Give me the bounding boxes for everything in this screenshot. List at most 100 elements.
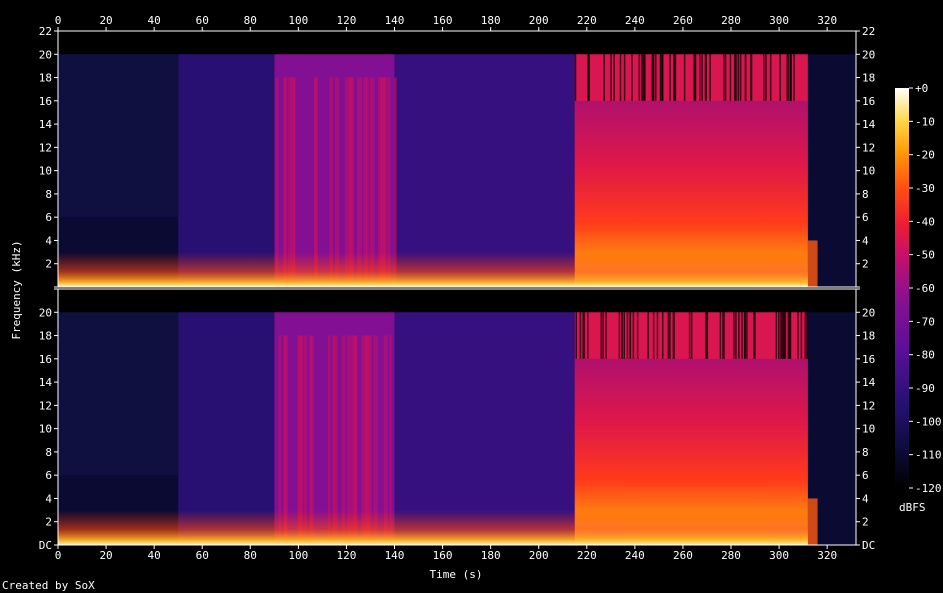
y-tick-label: 4 — [862, 234, 869, 247]
high-freq-gap — [797, 312, 799, 359]
high-freq-gap — [602, 312, 604, 359]
high-freq-gap — [737, 54, 740, 101]
y-tick-label: 2 — [862, 516, 869, 529]
high-freq-gap — [632, 312, 635, 359]
y-tick-label: 8 — [862, 188, 869, 201]
colorbar-tick-label: -30 — [915, 182, 935, 195]
high-freq-gap — [669, 312, 671, 359]
high-freq-gap — [806, 312, 809, 359]
high-freq-gap — [775, 312, 778, 359]
y-tick-label: 8 — [862, 446, 869, 459]
y-tick-label: 18 — [862, 72, 875, 85]
y-tick-label: 6 — [862, 211, 869, 224]
quiet-intro-block — [58, 312, 179, 476]
high-freq-gap — [724, 54, 727, 101]
high-freq-gap — [709, 54, 711, 101]
high-freq-gap — [779, 54, 781, 101]
colorbar-tick-label: -120 — [915, 482, 942, 495]
y-tick-label: 12 — [862, 141, 875, 154]
x-tick-label: 280 — [721, 549, 741, 562]
y-tick-label: 14 — [862, 376, 876, 389]
high-freq-gap — [647, 312, 649, 359]
y-tick-label: 10 — [39, 423, 52, 436]
high-freq-gap — [723, 54, 725, 101]
high-freq-gap — [701, 54, 703, 101]
high-freq-gap — [619, 54, 622, 101]
x-tick-label: 260 — [673, 549, 693, 562]
colorbar-ticks: +0 -10 -20 -30 -40 -50 -60 -70 -80 -90 -100 -110 -12… — [909, 82, 942, 495]
high-freq-gap — [786, 54, 789, 101]
x-tick-label: 0 — [55, 549, 62, 562]
segment-band — [178, 54, 275, 287]
high-freq-gap — [706, 312, 708, 359]
x-tick-label: 40 — [148, 14, 161, 27]
x-tick-label: 200 — [529, 549, 549, 562]
credit-text: Created by SoX — [2, 579, 95, 592]
y-tick-label: 4 — [45, 234, 52, 247]
high-freq-gap — [719, 312, 722, 359]
high-freq-gap — [782, 312, 785, 359]
x-tick-label: 60 — [196, 14, 209, 27]
colorbar-tick-label: -50 — [915, 249, 935, 262]
y-tick-label: 16 — [862, 353, 875, 366]
high-freq-gap — [583, 312, 585, 359]
colorbar-tick-label: -60 — [915, 282, 935, 295]
x-tick-label: 80 — [244, 549, 257, 562]
high-freq-gap — [643, 54, 646, 101]
colorbar-tick-label: -100 — [915, 415, 942, 428]
colorbar-tick-label: -90 — [915, 382, 935, 395]
x-tick-label: 80 — [244, 14, 257, 27]
y-tick-label: 18 — [39, 330, 52, 343]
x-tick-label: 320 — [817, 549, 837, 562]
tail-fade — [807, 498, 818, 545]
x-tick-label: 140 — [385, 549, 405, 562]
y-tick-label: 6 — [862, 469, 869, 482]
spectrogram-figure: 0 20 40 60 80 100 120 140 160 180 200 220 240 260 280 3… — [2, 14, 942, 592]
y-tick-label: 6 — [45, 211, 52, 224]
y-tick-label: 6 — [45, 469, 52, 482]
y-tick-label: 4 — [862, 492, 869, 505]
y-tick-label: 18 — [862, 330, 875, 343]
high-freq-gap — [741, 312, 743, 359]
high-freq-gap — [804, 312, 807, 359]
high-freq-gap — [574, 54, 577, 101]
y-tick-label: 14 — [39, 376, 53, 389]
colorbar-tick-label: -110 — [915, 449, 942, 462]
x-tick-label: 240 — [625, 14, 645, 27]
high-freq-gap — [729, 54, 732, 101]
high-freq-gap — [575, 312, 577, 359]
high-freq-gap — [640, 54, 643, 101]
x-tick-label: 200 — [529, 14, 549, 27]
high-freq-gap — [667, 312, 670, 359]
colorbar-tick-label: +0 — [915, 82, 928, 95]
y-tick-label: 8 — [45, 188, 52, 201]
x-tick-label: 260 — [673, 14, 693, 27]
high-freq-gap — [656, 312, 659, 359]
high-freq-gap — [722, 312, 724, 359]
x-tick-label: 180 — [481, 549, 501, 562]
high-freq-gap — [784, 312, 787, 359]
high-freq-gap — [661, 312, 664, 359]
high-freq-gap — [735, 54, 737, 101]
high-freq-gap — [735, 312, 737, 359]
high-freq-gap — [790, 54, 792, 101]
high-freq-gap — [694, 54, 697, 101]
high-freq-gap — [638, 54, 641, 101]
high-freq-gap — [769, 54, 772, 101]
y-tick-label: 4 — [45, 492, 52, 505]
high-freq-gap — [621, 312, 623, 359]
y-tick-label: 12 — [862, 399, 875, 412]
colorbar-tick-label: -20 — [915, 149, 935, 162]
high-freq-gap — [705, 54, 707, 101]
high-freq-gap — [744, 54, 747, 101]
high-freq-gap — [793, 54, 795, 101]
x-tick-label: 100 — [288, 14, 308, 27]
y-tick-label: 12 — [39, 141, 52, 154]
x-tick-label: 300 — [769, 549, 789, 562]
x-axis-top: 0 20 40 60 80 100 120 140 160 180 200 220 240 260 280 3… — [55, 14, 837, 31]
high-freq-gap — [587, 54, 590, 101]
high-freq-gap — [652, 54, 654, 101]
y-tick-label: 20 — [862, 48, 875, 61]
high-freq-gap — [733, 312, 735, 359]
colorbar-tick-label: -10 — [915, 115, 935, 128]
